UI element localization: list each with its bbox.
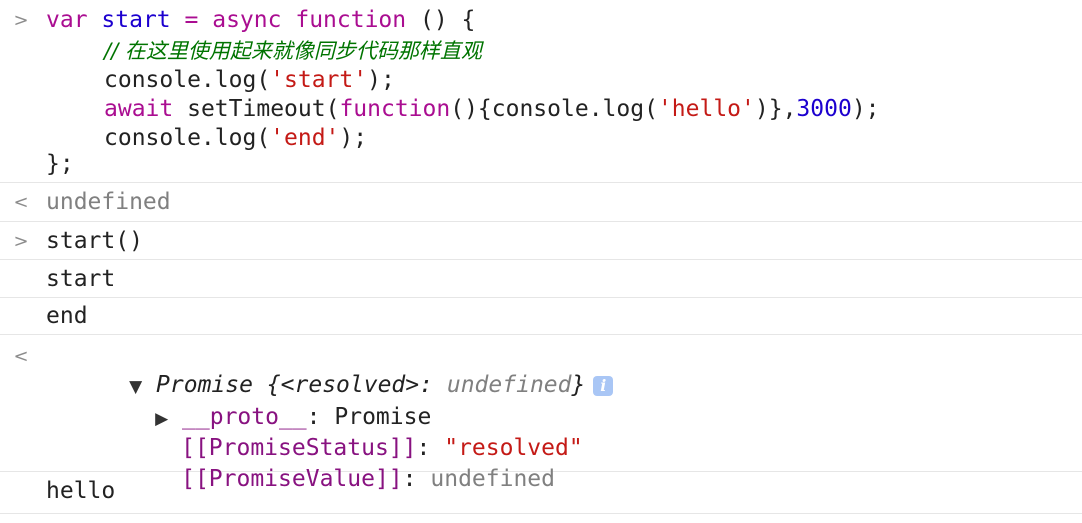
console-log-entry: end (0, 298, 1082, 335)
promise-header[interactable]: ▼ Promise {<resolved>: undefined} i (46, 342, 614, 398)
result-arrow-icon: < (13, 192, 29, 213)
input-prompt-icon: > (13, 231, 29, 252)
console-log-entry: start (0, 260, 1082, 298)
code-line-comment: // 在这里使用起来就像同步代码那样直观 (104, 39, 482, 63)
code-line-5: console.log('end'); (104, 125, 368, 151)
log-text: start (46, 266, 116, 292)
console-result-entry: < ▼ Promise {<resolved>: undefined} i ▶ _… (0, 335, 1082, 492)
console-result-entry: < undefined (0, 183, 1082, 222)
code-line: start() (46, 228, 143, 254)
promise-status-row: [[PromiseStatus]]: "resolved" (181, 435, 583, 461)
code-line-4: await setTimeout(function(){console.log(… (104, 96, 880, 122)
code-line-6: }; (46, 151, 74, 177)
log-text: hello (46, 478, 116, 504)
info-icon[interactable]: i (593, 375, 614, 396)
input-prompt-icon: > (13, 10, 29, 31)
result-arrow-icon: < (13, 346, 29, 367)
code-line-3: console.log('start'); (104, 67, 395, 93)
code-line-1: var start = async function () { (46, 7, 476, 33)
proto-row[interactable]: ▶ __proto__: Promise (72, 374, 431, 430)
devtools-console: > var start = async function () { // 在这里… (0, 0, 1082, 514)
promise-value-row: [[PromiseValue]]: undefined (181, 466, 555, 492)
console-log-entry: hello (0, 472, 1082, 514)
result-value: undefined (46, 189, 171, 215)
console-input-entry[interactable]: > var start = async function () { // 在这里… (0, 0, 1082, 183)
console-input-entry[interactable]: > start() (0, 222, 1082, 260)
log-text: end (46, 303, 88, 329)
